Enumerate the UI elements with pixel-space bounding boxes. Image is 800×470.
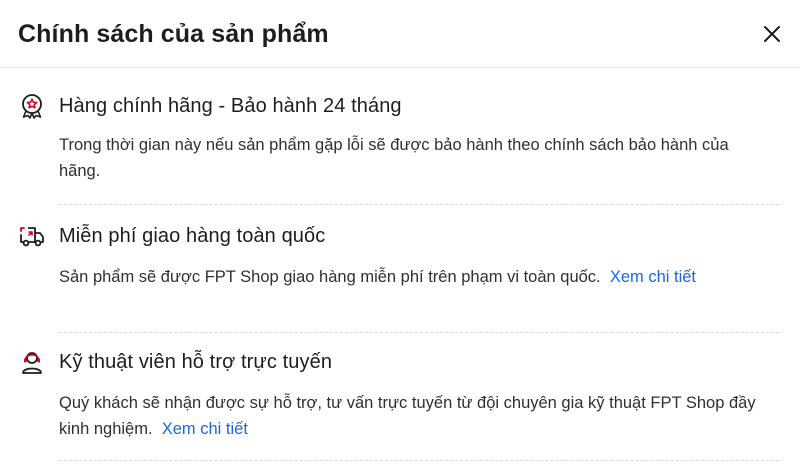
policy-heading: Miễn phí giao hàng toàn quốc xyxy=(59,224,326,247)
policy-heading: Hàng chính hãng - Bảo hành 24 tháng xyxy=(59,94,402,117)
policy-heading-row: Miễn phí giao hàng toàn quốc xyxy=(18,222,325,250)
dialog-title: Chính sách của sản phẩm xyxy=(18,20,329,48)
policy-heading-row: Hàng chính hãng - Bảo hành 24 tháng xyxy=(18,92,402,120)
divider xyxy=(59,332,779,333)
policy-description: Sản phẩm sẽ được FPT Shop giao hàng miễn… xyxy=(59,264,769,290)
genuine-badge-icon xyxy=(18,92,46,120)
divider xyxy=(59,204,779,205)
see-details-link[interactable]: Xem chi tiết xyxy=(162,420,248,438)
close-icon xyxy=(764,26,780,42)
dialog-header: Chính sách của sản phẩm xyxy=(0,0,800,68)
see-details-link[interactable]: Xem chi tiết xyxy=(610,268,696,286)
policy-description: Trong thời gian này nếu sản phẩm gặp lỗi… xyxy=(59,132,769,184)
product-policy-dialog: Chính sách của sản phẩm Hàng chính hãng … xyxy=(0,0,800,470)
divider xyxy=(59,460,779,461)
policy-description-text: Sản phẩm sẽ được FPT Shop giao hàng miễn… xyxy=(59,268,601,286)
policy-description-text: Trong thời gian này nếu sản phẩm gặp lỗi… xyxy=(59,136,729,180)
policy-heading-row: Kỹ thuật viên hỗ trợ trực tuyến xyxy=(18,348,332,376)
support-agent-icon xyxy=(18,348,46,376)
policy-description: Quý khách sẽ nhận được sự hỗ trợ, tư vấn… xyxy=(59,390,769,442)
policy-heading: Kỹ thuật viên hỗ trợ trực tuyến xyxy=(59,350,333,373)
delivery-truck-icon xyxy=(18,222,46,250)
close-button[interactable] xyxy=(758,20,786,48)
